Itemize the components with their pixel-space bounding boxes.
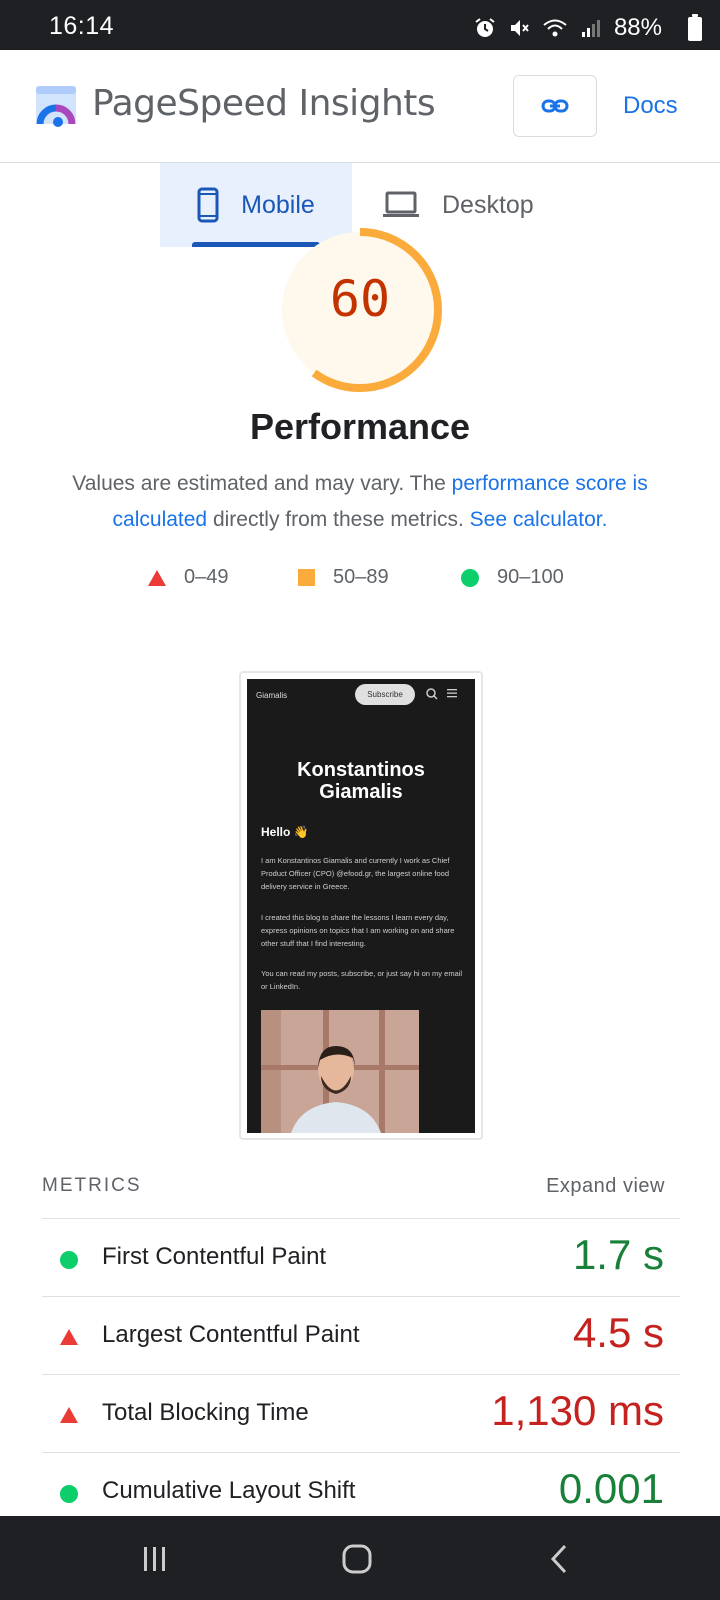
desc-text-middle: directly from these metrics. <box>207 508 470 531</box>
wifi-icon <box>543 19 567 37</box>
performance-title: Performance <box>249 406 471 447</box>
author-photo <box>261 1010 419 1133</box>
app-header: PageSpeed Insights Docs <box>0 50 720 163</box>
metric-row-fcp[interactable]: First Contentful Paint 1.7 s <box>42 1218 680 1296</box>
battery-percent: 88% <box>613 14 662 41</box>
screenshot-para1: I am Konstantinos Giamalis and currently… <box>261 856 450 891</box>
link-icon <box>541 99 569 113</box>
performance-description: Values are estimated and may vary. The p… <box>60 466 660 538</box>
metrics-heading: METRICS <box>42 1175 142 1196</box>
screenshot-heading-line2: Giamalis <box>319 781 403 803</box>
metric-value: 4.5 s <box>572 1309 664 1356</box>
legend-pass: 90–100 <box>461 566 564 589</box>
screenshot-heading: Konstantinos Giamalis <box>247 759 475 803</box>
signal-icon <box>581 20 600 37</box>
see-calculator-link[interactable]: See calculator. <box>470 508 608 531</box>
metric-name: Largest Contentful Paint <box>102 1321 360 1348</box>
pass-dot-icon <box>60 1251 78 1269</box>
mute-icon <box>510 20 529 36</box>
home-icon[interactable] <box>341 1543 373 1575</box>
page-screenshot[interactable]: Giamalis Subscribe Konstantinos Giamalis… <box>247 679 475 1133</box>
app-title: PageSpeed Insights <box>92 83 436 124</box>
search-icon <box>426 688 438 700</box>
fail-triangle-icon <box>60 1329 78 1345</box>
metric-name: First Contentful Paint <box>102 1243 327 1270</box>
screenshot-subscribe: Subscribe <box>355 684 415 705</box>
metric-name: Total Blocking Time <box>102 1399 309 1426</box>
back-icon[interactable] <box>548 1543 570 1575</box>
screenshot-hello: Hello 👋 <box>261 825 309 839</box>
copy-link-button[interactable] <box>513 75 597 137</box>
metric-value: 1.7 s <box>572 1231 664 1278</box>
status-bar: 16:14 88% <box>0 0 720 50</box>
square-icon <box>298 569 315 586</box>
recent-apps-icon[interactable] <box>140 1544 170 1574</box>
legend-fail: 0–49 <box>148 566 229 589</box>
circle-icon <box>461 568 479 587</box>
battery-icon <box>688 14 702 41</box>
fail-triangle-icon <box>60 1407 78 1423</box>
pass-dot-icon <box>60 1485 78 1503</box>
laptop-icon <box>383 191 419 217</box>
menu-icon <box>447 689 457 698</box>
phone-icon <box>197 187 219 223</box>
legend-average: 50–89 <box>298 566 389 589</box>
status-icons: 88% <box>474 14 662 42</box>
legend-label: 50–89 <box>333 566 389 588</box>
metric-row-tbt[interactable]: Total Blocking Time 1,130 ms <box>42 1374 680 1452</box>
pagespeed-logo-icon <box>36 86 76 127</box>
tab-desktop-label: Desktop <box>442 190 534 219</box>
legend-label: 0–49 <box>184 566 229 588</box>
alarm-icon <box>475 18 495 37</box>
metric-row-lcp[interactable]: Largest Contentful Paint 4.5 s <box>42 1296 680 1374</box>
tab-mobile-label: Mobile <box>241 190 315 219</box>
metric-value: 1,130 ms <box>491 1387 664 1434</box>
desc-text: Values are estimated and may vary. The <box>72 472 452 495</box>
docs-link[interactable]: Docs <box>623 92 678 120</box>
screenshot-heading-line1: Konstantinos <box>297 759 425 781</box>
status-time: 16:14 <box>49 12 115 40</box>
expand-view-button[interactable]: Expand view <box>546 1175 665 1198</box>
score-legend: 0–49 50–89 90–100 <box>0 566 720 596</box>
legend-label: 90–100 <box>497 566 564 588</box>
triangle-icon <box>148 569 166 586</box>
metric-name: Cumulative Layout Shift <box>102 1477 356 1504</box>
performance-score: 60 <box>329 270 391 328</box>
metric-value: 0.001 <box>558 1465 664 1512</box>
screenshot-para2: I created this blog to share the lessons… <box>261 913 455 948</box>
screenshot-brand: Giamalis <box>256 691 288 700</box>
screenshot-para3: You can read my posts, subscribe, or jus… <box>261 969 463 991</box>
system-nav-bar <box>0 1516 720 1600</box>
